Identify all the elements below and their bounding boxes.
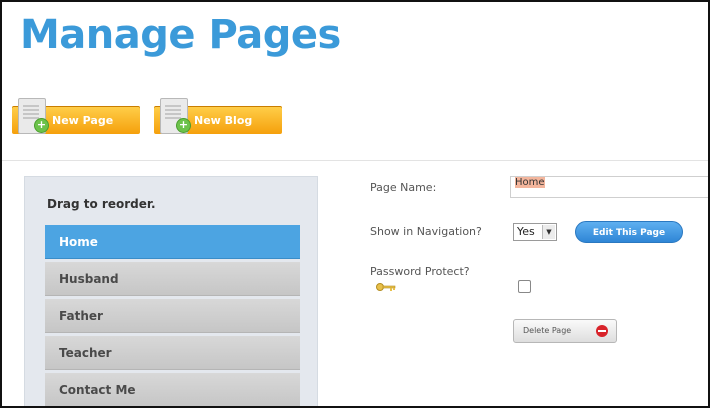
show-in-nav-label: Show in Navigation?	[370, 225, 482, 238]
delete-page-button[interactable]: Delete Page	[513, 319, 617, 343]
password-protect-checkbox[interactable]	[518, 280, 531, 293]
page-list-item-label: Teacher	[59, 345, 112, 360]
page-name-label: Page Name:	[370, 181, 437, 194]
edit-page-button[interactable]: Edit This Page	[575, 221, 683, 243]
plus-icon: +	[34, 118, 49, 133]
new-blog-button[interactable]: + New Blog	[154, 98, 282, 134]
new-blog-label: New Blog	[194, 113, 253, 127]
delete-page-label: Delete Page	[523, 326, 572, 335]
divider	[2, 160, 708, 161]
page-frame: Manage Pages + New Page + New Blog Drag …	[0, 0, 710, 408]
page-name-input[interactable]: Home	[510, 176, 708, 198]
key-icon	[376, 283, 396, 291]
page-list: Home Husband Father Teacher Contact Me	[45, 225, 300, 406]
page-list-item-father[interactable]: Father	[45, 299, 300, 333]
new-page-button[interactable]: + New Page	[12, 98, 140, 134]
page-list-panel: Drag to reorder. Home Husband Father Tea…	[24, 176, 318, 406]
page-title: Manage Pages	[20, 12, 341, 58]
page-list-item-teacher[interactable]: Teacher	[45, 336, 300, 370]
new-page-label: New Page	[52, 113, 114, 127]
show-in-nav-select[interactable]: Yes ▼	[513, 223, 557, 241]
page-list-item-contact-me[interactable]: Contact Me	[45, 373, 300, 406]
show-in-nav-value: Yes	[517, 225, 535, 238]
drag-instruction: Drag to reorder.	[47, 197, 156, 211]
page-list-item-label: Father	[59, 308, 103, 323]
page-list-item-label: Home	[59, 234, 98, 249]
password-protect-label: Password Protect?	[370, 265, 470, 278]
plus-icon: +	[176, 118, 191, 133]
page-list-item-home[interactable]: Home	[45, 225, 300, 259]
page-list-item-label: Husband	[59, 271, 119, 286]
page-name-value: Home	[515, 177, 545, 188]
chevron-down-icon: ▼	[542, 225, 555, 239]
page-list-item-husband[interactable]: Husband	[45, 262, 300, 296]
page-list-item-label: Contact Me	[59, 382, 136, 397]
delete-icon	[596, 325, 608, 337]
